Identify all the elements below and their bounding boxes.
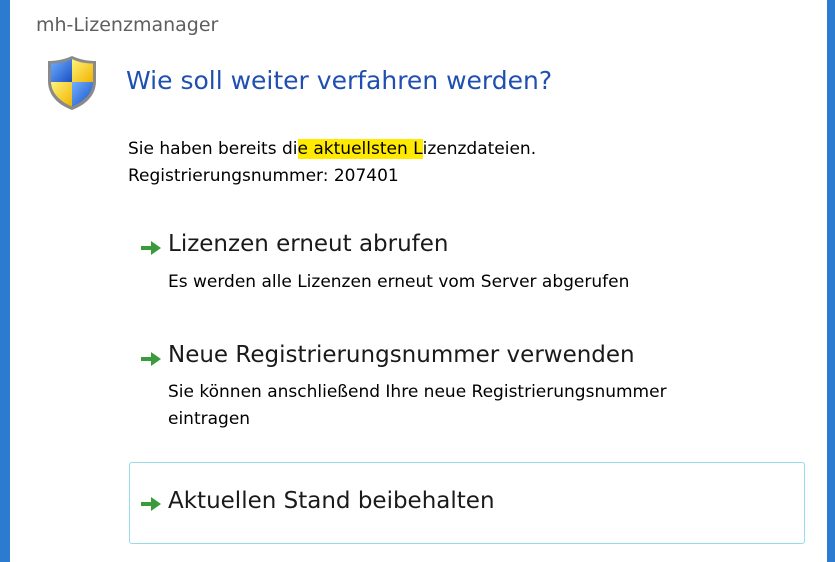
command-link-keep-current-state[interactable]: Aktuellen Stand beibehalten [129,462,805,544]
command-link-refetch-licenses[interactable]: Lizenzen erneut abrufen Es werden alle L… [129,224,805,304]
green-arrow-icon [141,352,161,366]
command-link-label: Aktuellen Stand beibehalten [168,488,495,514]
main-instruction: Wie soll weiter verfahren werden? [126,66,553,95]
content-text: Sie haben bereits die aktuellsten Lizenz… [128,136,536,190]
window-title: mh-Lizenzmanager [36,14,219,36]
uac-shield-icon [48,56,96,110]
command-link-label: Lizenzen erneut abrufen [168,231,449,257]
command-link-new-registration-number[interactable]: Neue Registrierungsnummer verwenden Sie … [129,336,805,444]
command-link-note: Es werden alle Lizenzen erneut vom Serve… [168,269,629,296]
command-link-note-line: Sie können anschließend Ihre neue Regist… [168,382,667,402]
green-arrow-icon [141,497,161,511]
content-text-part: izenzdateien. [422,139,537,159]
highlighted-text: e aktuellsten L [297,139,423,159]
command-link-label: Neue Registrierungsnummer verwenden [168,342,635,368]
green-arrow-icon [141,241,161,255]
content-text-part: Sie haben bereits di [128,139,298,159]
content-line-1: Sie haben bereits die aktuellsten Lizenz… [128,136,536,163]
window-frame-left [0,0,10,562]
registration-number-line: Registrierungsnummer: 207401 [128,166,399,186]
command-link-note-line: eintragen [168,409,251,429]
command-link-note-line: Es werden alle Lizenzen erneut vom Serve… [168,272,630,292]
command-link-note: Sie können anschließend Ihre neue Regist… [168,379,667,433]
window-frame-right [827,0,835,562]
